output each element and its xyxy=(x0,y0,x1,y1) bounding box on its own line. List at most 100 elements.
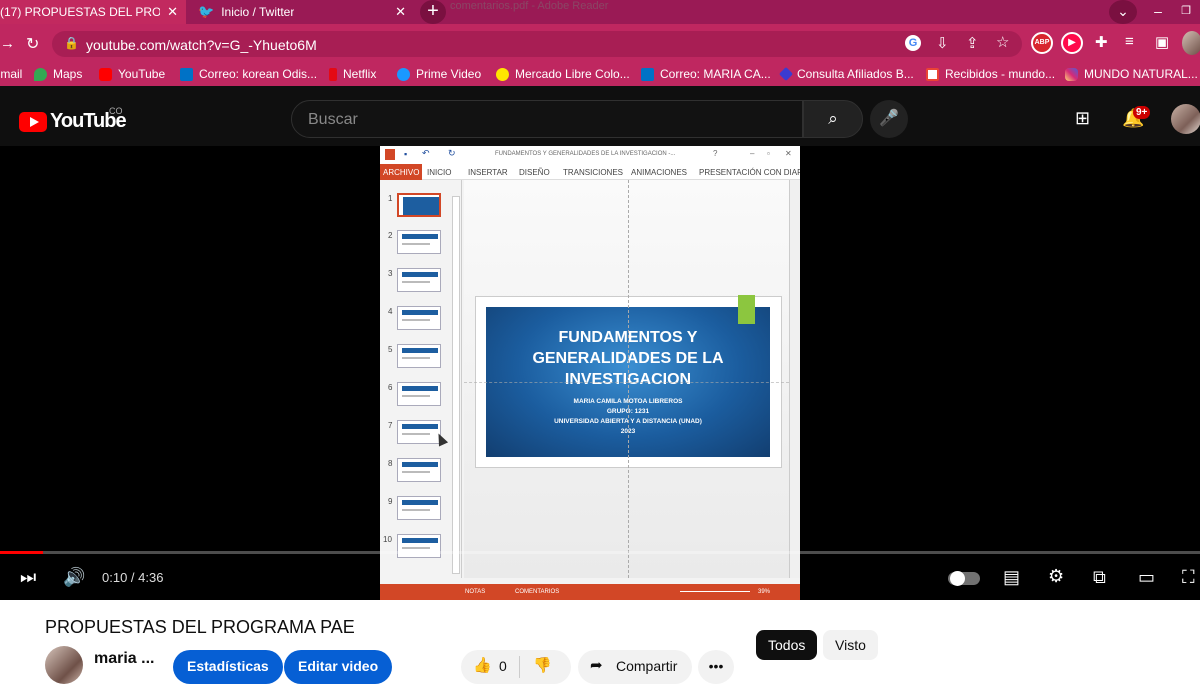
slide-number: 1 xyxy=(388,194,393,203)
new-tab-button[interactable]: + xyxy=(420,0,446,24)
extension-player-icon[interactable]: ▶ xyxy=(1061,32,1083,54)
save-icon: ▪ xyxy=(404,149,408,159)
bookmark-gmail[interactable]: Gmail xyxy=(0,67,22,81)
volume-icon[interactable]: 🔊 xyxy=(63,567,85,588)
ppt-close-icon: ✕ xyxy=(785,149,792,158)
bookmark-gmail-inbox[interactable]: Recibidos - mundo... xyxy=(926,67,1055,81)
settings-gear-icon[interactable]: ⚙ xyxy=(1048,566,1064,587)
bookmark-label: Consulta Afiliados B... xyxy=(797,67,914,81)
search-input[interactable]: Buscar xyxy=(291,100,803,138)
gmail-icon xyxy=(926,67,939,81)
bookmark-instagram[interactable]: MUNDO NATURAL... xyxy=(1065,67,1198,81)
channel-name[interactable]: maria ... xyxy=(94,650,154,668)
forward-icon[interactable]: → xyxy=(0,35,15,52)
share-icon: ➦ xyxy=(590,657,603,674)
bookmark-maps[interactable]: Maps xyxy=(34,67,82,81)
ppt-tab-insertar: INSERTAR xyxy=(468,168,508,177)
bookmark-mercado-libre[interactable]: Mercado Libre Colo... xyxy=(496,67,630,81)
analytics-button[interactable]: Estadísticas xyxy=(173,650,283,684)
microphone-icon: 🎤 xyxy=(879,110,899,127)
ppt-tab-archivo: ARCHIVO xyxy=(380,164,423,180)
ppt-slide-thumbnails: 1 2 3 4 5 6 7 8 9 10 xyxy=(380,180,462,578)
bookmark-netflix[interactable]: Netflix xyxy=(329,67,376,81)
twitter-icon: 🐦 xyxy=(198,4,215,19)
voice-search-button[interactable]: 🎤 xyxy=(870,100,908,138)
fullscreen-icon[interactable]: ⛶ xyxy=(1182,567,1195,588)
time-display: 0:10 / 4:36 xyxy=(102,570,164,585)
thumbnail-scrollbar xyxy=(452,196,460,574)
slide-thumbnail xyxy=(397,534,441,558)
bookmark-outlook-2[interactable]: Correo: MARIA CA... xyxy=(641,67,771,81)
next-video-icon[interactable]: ⏭ xyxy=(20,567,36,588)
create-video-icon[interactable]: ⊞ xyxy=(1075,108,1090,129)
filter-chip-watched[interactable]: Visto xyxy=(823,630,878,660)
video-player[interactable]: ▪ ↶ ↻ FUNDAMENTOS Y GENERALIDADES DE LA … xyxy=(0,146,1200,600)
edit-video-button[interactable]: Editar video xyxy=(284,650,393,684)
theater-mode-icon[interactable]: ▭ xyxy=(1138,567,1155,588)
bookmark-prime-video[interactable]: Prime Video xyxy=(397,67,481,81)
extensions-puzzle-icon[interactable]: ✚ xyxy=(1095,33,1108,51)
notes-label: NOTAS xyxy=(465,589,486,595)
background-window-title: comentarios.pdf - Adobe Reader xyxy=(450,0,609,12)
reading-list-icon[interactable]: ≡ xyxy=(1125,33,1134,50)
instagram-icon xyxy=(1065,67,1078,81)
channel-avatar[interactable] xyxy=(45,646,83,684)
url-text[interactable]: youtube.com/watch?v=G_-Yhueto6M xyxy=(86,37,317,53)
ppt-tab-presentacion: PRESENTACIÓN CON DIAP xyxy=(699,168,800,177)
filter-chip-all[interactable]: Todos xyxy=(756,630,818,660)
account-avatar[interactable] xyxy=(1171,104,1200,134)
share-page-icon[interactable]: ⇪ xyxy=(966,34,979,52)
tab-twitter[interactable]: 🐦 Inicio / Twitter ✕ xyxy=(192,0,414,24)
ppt-tab-inicio: INICIO xyxy=(427,168,452,177)
more-actions-button[interactable]: ••• xyxy=(698,650,734,684)
tab-youtube[interactable]: (17) PROPUESTAS DEL PROGRAMA ✕ xyxy=(0,0,186,24)
like-icon[interactable]: 👍 xyxy=(473,650,492,682)
minimize-icon[interactable]: – xyxy=(1148,0,1168,24)
install-icon[interactable]: ⇩ xyxy=(936,34,949,52)
slide-number: 4 xyxy=(388,307,393,316)
search-button[interactable]: ⌕ xyxy=(803,100,863,138)
comments-label: COMENTARIOS xyxy=(515,589,560,595)
adblock-plus-icon[interactable]: ABP xyxy=(1031,32,1053,54)
share-button[interactable]: ➦ Compartir xyxy=(578,650,692,684)
miniplayer-icon[interactable]: ⧉ xyxy=(1093,567,1106,588)
slide-number: 7 xyxy=(388,421,393,430)
restore-icon[interactable]: ❐ xyxy=(1174,0,1198,24)
ppt-tab-diseno: DISEÑO xyxy=(519,168,550,177)
progress-bar[interactable] xyxy=(0,551,1200,554)
youtube-icon xyxy=(99,67,112,81)
zoom-slider xyxy=(680,591,750,592)
share-label: Compartir xyxy=(616,658,678,674)
ppt-minimize-icon: – xyxy=(750,149,755,158)
tab-close-icon[interactable]: ✕ xyxy=(167,4,178,20)
bookmark-star-icon[interactable]: ☆ xyxy=(996,33,1009,51)
bookmark-label: YouTube xyxy=(118,67,166,81)
tab-search-icon[interactable]: ⌄ xyxy=(1109,0,1137,24)
lock-icon[interactable]: 🔒 xyxy=(64,36,79,50)
like-count: 0 xyxy=(499,658,507,674)
side-panel-icon[interactable]: ▣ xyxy=(1155,33,1169,51)
subtitles-icon[interactable]: ▤ xyxy=(1003,567,1020,588)
ppt-title-bar: ▪ ↶ ↻ FUNDAMENTOS Y GENERALIDADES DE LA … xyxy=(380,146,800,164)
slide-number: 8 xyxy=(388,459,393,468)
bookmark-label: Mercado Libre Colo... xyxy=(515,67,630,81)
undo-icon: ↶ xyxy=(422,148,430,158)
autoplay-toggle[interactable] xyxy=(948,571,980,586)
search-placeholder: Buscar xyxy=(308,111,358,128)
profile-avatar-icon[interactable] xyxy=(1182,31,1200,55)
bookmark-outlook-1[interactable]: Correo: korean Odis... xyxy=(180,67,317,81)
vertical-guide xyxy=(628,180,629,578)
tab-close-icon[interactable]: ✕ xyxy=(395,4,406,20)
reload-icon[interactable]: ↻ xyxy=(26,34,39,54)
video-frame-powerpoint: ▪ ↶ ↻ FUNDAMENTOS Y GENERALIDADES DE LA … xyxy=(380,146,800,600)
google-lens-icon[interactable]: G xyxy=(905,35,921,51)
bookmark-label: Correo: MARIA CA... xyxy=(660,67,771,81)
bookmark-label: Maps xyxy=(53,67,83,81)
slide-thumbnail xyxy=(397,306,441,330)
youtube-play-logo-icon xyxy=(19,111,47,132)
bookmark-youtube[interactable]: YouTube xyxy=(99,67,165,81)
browser-tab-strip: (17) PROPUESTAS DEL PROGRAMA ✕ 🐦 Inicio … xyxy=(0,0,1200,24)
bookmark-label: Correo: korean Odis... xyxy=(199,67,318,81)
bookmark-consulta-afiliados[interactable]: Consulta Afiliados B... xyxy=(778,66,914,82)
dislike-icon[interactable]: 👎 xyxy=(533,650,552,682)
